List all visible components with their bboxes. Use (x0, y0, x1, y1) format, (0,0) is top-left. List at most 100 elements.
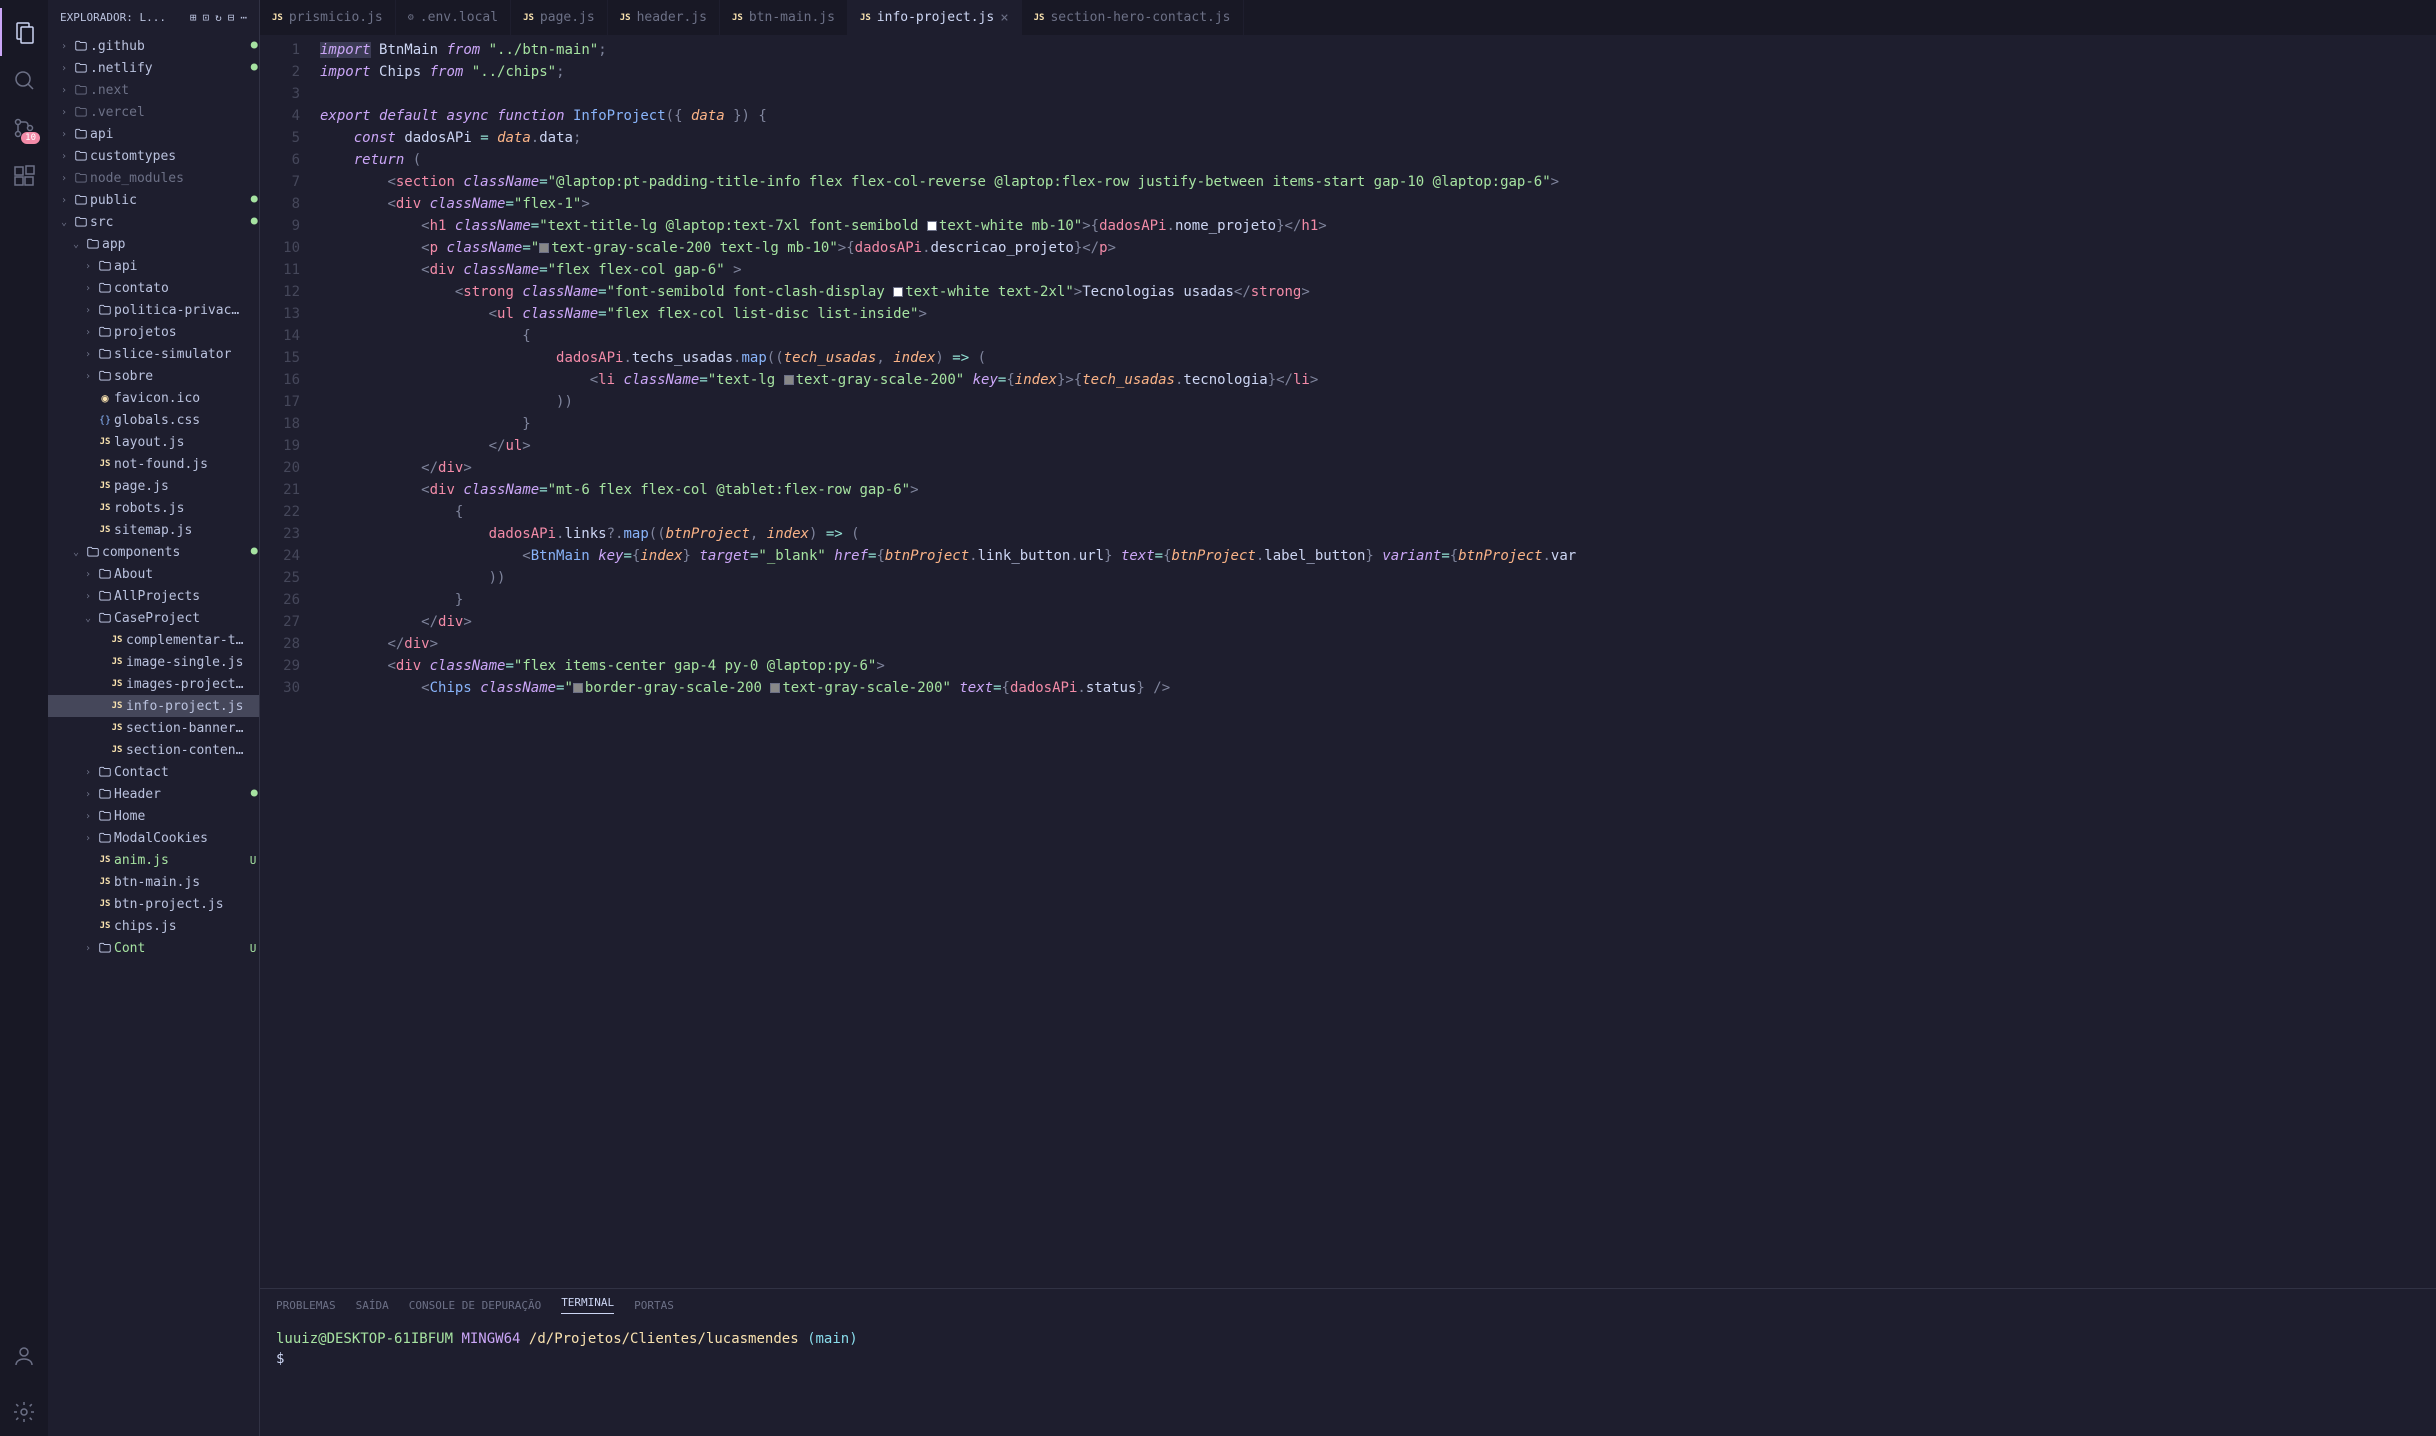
tree-item[interactable]: JSnot-found.js (48, 453, 259, 475)
code-content[interactable]: import BtnMain from "../btn-main";💡impor… (320, 35, 2436, 1288)
panel-tab[interactable]: PROBLEMAS (276, 1299, 336, 1312)
code-line[interactable]: <p className="text-gray-scale-200 text-l… (320, 237, 2436, 259)
panel-tab[interactable]: SAÍDA (356, 1299, 389, 1312)
new-file-icon[interactable]: ⊞ (190, 11, 197, 24)
search-activity[interactable] (0, 56, 48, 104)
code-line[interactable]: dadosAPi.techs_usadas.map((tech_usadas, … (320, 347, 2436, 369)
explorer-activity[interactable] (0, 8, 48, 56)
panel-tab[interactable]: PORTAS (634, 1299, 674, 1312)
tree-item[interactable]: ›.netlify• (48, 57, 259, 79)
tree-item[interactable]: JSbtn-project.js (48, 893, 259, 915)
editor-tab[interactable]: JSinfo-project.js× (848, 0, 1022, 35)
code-line[interactable]: dadosAPi.links?.map((btnProject, index) … (320, 523, 2436, 545)
code-line[interactable]: )) (320, 391, 2436, 413)
editor-tab[interactable]: JSheader.js (608, 0, 720, 35)
tree-item[interactable]: ›sobre (48, 365, 259, 387)
code-line[interactable]: </div> (320, 611, 2436, 633)
code-line[interactable]: } (320, 413, 2436, 435)
refresh-icon[interactable]: ↻ (215, 11, 222, 24)
tree-item[interactable]: ◉favicon.ico (48, 387, 259, 409)
tree-item[interactable]: JSrobots.js (48, 497, 259, 519)
tree-item[interactable]: JSimages-project.js (48, 673, 259, 695)
code-line[interactable]: <section className="@laptop:pt-padding-t… (320, 171, 2436, 193)
editor-area[interactable]: 1234567891011121314151617181920212223242… (260, 35, 2436, 1288)
tree-item[interactable]: JSinfo-project.js (48, 695, 259, 717)
code-line[interactable]: <h1 className="text-title-lg @laptop:tex… (320, 215, 2436, 237)
tree-item[interactable]: ›politica-privacidade (48, 299, 259, 321)
tree-item[interactable]: ›customtypes (48, 145, 259, 167)
tree-item[interactable]: ›slice-simulator (48, 343, 259, 365)
editor-tab[interactable]: JSpage.js (511, 0, 608, 35)
tree-item[interactable]: JSsection-content.js (48, 739, 259, 761)
extensions-activity[interactable] (0, 152, 48, 200)
terminal-content[interactable]: luuiz@DESKTOP-61IBFUM MINGW64 /d/Projeto… (260, 1321, 2436, 1436)
tree-item[interactable]: ›ModalCookies (48, 827, 259, 849)
tree-item[interactable]: ⌄src• (48, 211, 259, 233)
code-line[interactable]: { (320, 501, 2436, 523)
code-line[interactable]: export default async function InfoProjec… (320, 105, 2436, 127)
tree-item[interactable]: JSanim.jsU (48, 849, 259, 871)
tree-item[interactable]: ⌄CaseProject (48, 607, 259, 629)
tree-item[interactable]: ›contato (48, 277, 259, 299)
code-line[interactable]: const dadosAPi = data.data; (320, 127, 2436, 149)
code-line[interactable]: 💡import Chips from "../chips"; (320, 61, 2436, 83)
tree-item[interactable]: JSsitemap.js (48, 519, 259, 541)
code-line[interactable]: } (320, 589, 2436, 611)
tree-item[interactable]: ›node_modules (48, 167, 259, 189)
tree-item[interactable]: JSimage-single.js (48, 651, 259, 673)
code-line[interactable]: </div> (320, 457, 2436, 479)
tree-item[interactable]: {}globals.css (48, 409, 259, 431)
tree-item[interactable]: ›public• (48, 189, 259, 211)
code-line[interactable]: )) (320, 567, 2436, 589)
tree-item[interactable]: ›AllProjects (48, 585, 259, 607)
code-line[interactable]: <div className="flex-1"> (320, 193, 2436, 215)
collapse-icon[interactable]: ⊟ (228, 11, 235, 24)
tree-item[interactable]: ›.next (48, 79, 259, 101)
code-line[interactable]: { (320, 325, 2436, 347)
code-line[interactable]: <div className="flex items-center gap-4 … (320, 655, 2436, 677)
panel-tab[interactable]: TERMINAL (561, 1296, 614, 1314)
more-icon[interactable]: ⋯ (240, 11, 247, 24)
close-icon[interactable]: × (1000, 10, 1008, 26)
code-line[interactable]: <Chips className="border-gray-scale-200 … (320, 677, 2436, 699)
new-folder-icon[interactable]: ⊡ (203, 11, 210, 24)
terminal-prompt[interactable]: $ (276, 1349, 2420, 1369)
tree-item[interactable]: ›.vercel (48, 101, 259, 123)
tree-item[interactable]: ›.github• (48, 35, 259, 57)
code-line[interactable]: <div className="mt-6 flex flex-col @tabl… (320, 479, 2436, 501)
tree-item[interactable]: JSsection-banner.js (48, 717, 259, 739)
code-line[interactable]: <li className="text-lg text-gray-scale-2… (320, 369, 2436, 391)
tree-item[interactable]: ›Header• (48, 783, 259, 805)
tree-item[interactable]: JScomplementar-text.js (48, 629, 259, 651)
code-line[interactable]: <ul className="flex flex-col list-disc l… (320, 303, 2436, 325)
code-line[interactable]: <strong className="font-semibold font-cl… (320, 281, 2436, 303)
tree-item[interactable]: ›ContU (48, 937, 259, 959)
account-activity[interactable] (0, 1332, 48, 1380)
panel-tab[interactable]: CONSOLE DE DEPURAÇÃO (409, 1299, 541, 1312)
code-line[interactable]: import BtnMain from "../btn-main"; (320, 39, 2436, 61)
tree-item[interactable]: JSlayout.js (48, 431, 259, 453)
tree-item[interactable]: JSbtn-main.js (48, 871, 259, 893)
source-control-activity[interactable]: 10 (0, 104, 48, 152)
tree-item[interactable]: JSchips.js (48, 915, 259, 937)
tree-item[interactable]: JSpage.js (48, 475, 259, 497)
tree-item[interactable]: ›About (48, 563, 259, 585)
code-line[interactable]: <div className="flex flex-col gap-6" > (320, 259, 2436, 281)
code-line[interactable]: </ul> (320, 435, 2436, 457)
tree-item[interactable]: ›api (48, 123, 259, 145)
code-line[interactable]: <BtnMain key={index} target="_blank" hre… (320, 545, 2436, 567)
tree-item[interactable]: ›api (48, 255, 259, 277)
editor-tab[interactable]: JSbtn-main.js (720, 0, 848, 35)
tree-item[interactable]: ⌄app (48, 233, 259, 255)
tree-item[interactable]: ›Contact (48, 761, 259, 783)
settings-activity[interactable] (0, 1388, 48, 1436)
code-line[interactable]: </div> (320, 633, 2436, 655)
tree-item[interactable]: ›projetos (48, 321, 259, 343)
editor-tab[interactable]: JSsection-hero-contact.js (1022, 0, 1244, 35)
tree-item[interactable]: ›Home (48, 805, 259, 827)
editor-tab[interactable]: ⚙.env.local (396, 0, 511, 35)
editor-tab[interactable]: JSprismicio.js (260, 0, 396, 35)
code-line[interactable] (320, 83, 2436, 105)
code-line[interactable]: return ( (320, 149, 2436, 171)
tree-item[interactable]: ⌄components• (48, 541, 259, 563)
